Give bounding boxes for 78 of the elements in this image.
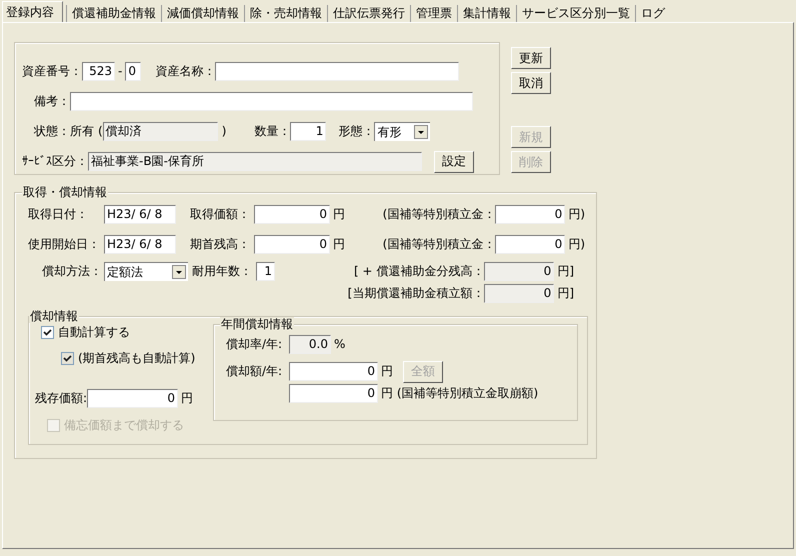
- side-button[interactable]: 更新: [511, 47, 551, 69]
- asset-name-field[interactable]: [215, 62, 460, 81]
- form-select[interactable]: 有形: [374, 122, 430, 141]
- checkbox[interactable]: [41, 326, 54, 338]
- tab[interactable]: 集計情報: [457, 5, 516, 22]
- quantity-label: 数量：: [254, 123, 290, 140]
- tab[interactable]: 管理票: [410, 5, 457, 22]
- tab[interactable]: 償還補助金情報: [66, 5, 161, 22]
- reversal-amount-field[interactable]: 0: [289, 384, 378, 403]
- opening-balance-label: 期首残高：: [190, 236, 251, 253]
- acquisition-date-label: 取得日付：: [28, 206, 89, 223]
- group-title: 年間償却情報: [220, 317, 294, 331]
- tab[interactable]: 減価償却情報: [161, 5, 244, 22]
- group-title: 償却情報: [29, 309, 79, 323]
- status-value: 所有: [70, 123, 94, 140]
- rate-label: 償却率/年:: [226, 336, 284, 353]
- asset-name-label: 資産名称：: [155, 63, 216, 80]
- start-date-label: 使用開始日：: [28, 236, 101, 253]
- dropdown-icon: [414, 125, 428, 139]
- dropdown-icon: [172, 265, 186, 279]
- checkbox-label: 備忘価額まで償却する: [64, 416, 184, 434]
- acquisition-price-field[interactable]: 0: [254, 205, 330, 224]
- status-label: 状態：: [34, 123, 70, 140]
- asset-number-label: 資産番号：: [22, 63, 82, 80]
- useful-life-label: 耐用年数：: [192, 263, 253, 280]
- paren-text: (: [98, 123, 103, 140]
- subsidy-reserve-label: [当期償還補助金積立額：: [346, 285, 484, 302]
- subsidy-reserve-field[interactable]: 0: [484, 284, 554, 303]
- asset-number-field[interactable]: 523: [82, 62, 115, 81]
- residual-value-label: 残存価額:: [35, 390, 88, 407]
- unit-text: 円): [568, 236, 585, 253]
- quantity-field[interactable]: 1: [290, 122, 326, 141]
- group-title: 取得・償却情報: [22, 185, 108, 199]
- note-field[interactable]: [70, 92, 473, 111]
- reversal-unit-text: 円 (国補等特別積立金取崩額): [381, 385, 538, 402]
- status-detail-field[interactable]: 償却済: [102, 122, 218, 141]
- unit-text: 円): [568, 206, 585, 223]
- tab[interactable]: 除・売却情報: [244, 5, 327, 22]
- separator-text: -: [118, 63, 122, 80]
- tab[interactable]: 登録内容: [2, 1, 63, 22]
- unit-text: 円: [381, 363, 393, 380]
- reserve-field[interactable]: 0: [495, 235, 566, 254]
- checkbox-label: (期首残高も自動計算): [78, 350, 196, 366]
- unit-text: 円]: [557, 263, 574, 280]
- reserve-label: (国補等特別積立金：: [382, 236, 496, 253]
- method-label: 償却方法：: [42, 263, 103, 280]
- annual-amount-field[interactable]: 0: [289, 362, 378, 381]
- subsidy-balance-field[interactable]: 0: [484, 262, 554, 281]
- unit-text: 円]: [557, 285, 574, 302]
- tab[interactable]: ログ: [635, 5, 670, 22]
- tab[interactable]: 仕訳伝票発行: [327, 5, 410, 22]
- note-label: 備考：: [34, 93, 70, 110]
- side-button[interactable]: 取消: [511, 72, 551, 94]
- branch-number-field[interactable]: 0: [125, 62, 142, 81]
- residual-value-field[interactable]: 0: [87, 389, 178, 408]
- unit-text: %: [334, 336, 346, 353]
- acquisition-date-field[interactable]: H23/ 6/ 8: [104, 205, 176, 224]
- set-button[interactable]: 設定: [434, 150, 474, 172]
- rate-field[interactable]: 0.0: [289, 335, 331, 354]
- subsidy-balance-label: [ + 償還補助金分残高：: [352, 263, 484, 280]
- reserve-field[interactable]: 0: [495, 205, 566, 224]
- service-category-label: ｻｰﾋﾞｽ区分：: [22, 153, 88, 170]
- paren-text: ): [222, 123, 226, 140]
- start-date-field[interactable]: H23/ 6/ 8: [104, 235, 176, 254]
- unit-text: 円: [333, 236, 345, 253]
- checkbox[interactable]: [61, 352, 74, 364]
- acquisition-price-label: 取得価額：: [190, 206, 251, 223]
- reserve-label: (国補等特別積立金：: [382, 206, 496, 223]
- checkbox-label: 自動計算する: [58, 324, 130, 340]
- method-select[interactable]: 定額法: [104, 262, 188, 281]
- opening-balance-field[interactable]: 0: [254, 235, 330, 254]
- annual-amount-label: 償却額/年:: [226, 363, 284, 380]
- service-category-field[interactable]: 福祉事業-B園-保育所: [88, 152, 422, 171]
- unit-text: 円: [181, 390, 194, 407]
- form-label: 形態：: [338, 123, 374, 140]
- unit-text: 円: [333, 206, 345, 223]
- useful-life-field[interactable]: 1: [256, 262, 275, 281]
- tab[interactable]: サービス区分別一覧: [516, 5, 635, 22]
